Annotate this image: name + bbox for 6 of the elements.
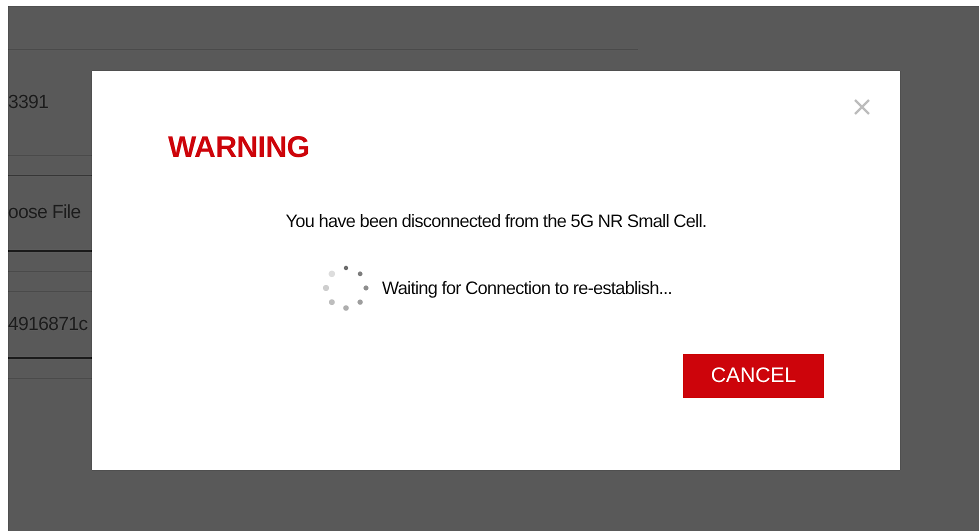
dialog-title: WARNING [168, 131, 310, 165]
page-text: 3391 [8, 92, 48, 114]
dialog-message: You have been disconnected from the 5G NR Small Cell. [284, 211, 708, 232]
status-text: Waiting for Connection to re-establish... [382, 278, 672, 298]
cancel-button[interactable]: CANCEL [683, 354, 824, 398]
close-icon[interactable] [854, 99, 870, 115]
